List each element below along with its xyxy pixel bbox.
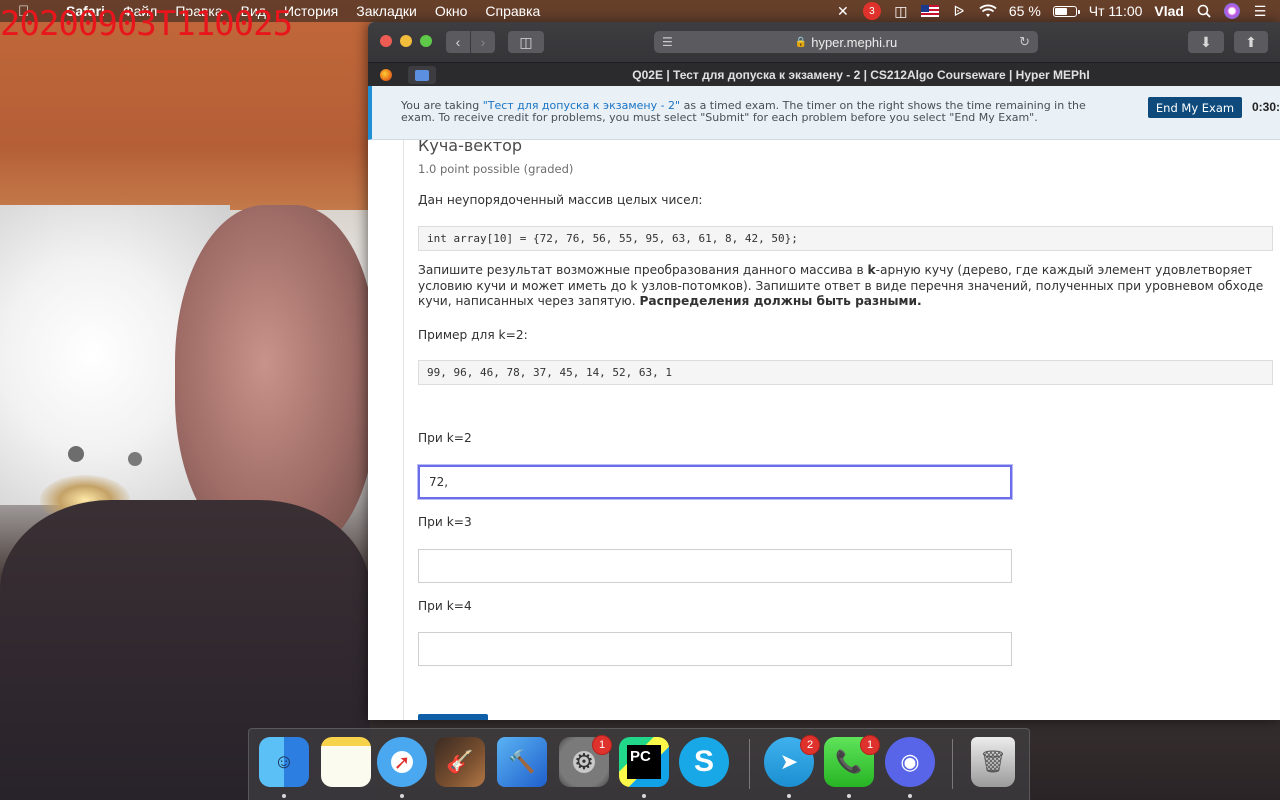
question-label-k2: При k=2 <box>418 431 472 445</box>
display-icon[interactable]: ◫ <box>893 0 909 22</box>
clock[interactable]: Чт 11:00 <box>1089 0 1143 22</box>
chevron-right-icon: › <box>480 34 486 50</box>
share-button[interactable]: ⬆ <box>1234 31 1268 53</box>
pinned-tab[interactable] <box>372 66 400 84</box>
running-indicator <box>642 794 646 798</box>
downloads-button[interactable]: ⬇ <box>1188 31 1224 53</box>
notification-icon[interactable]: 3 <box>862 0 881 22</box>
problem-intro: Дан неупорядоченный массив целых чисел: <box>418 193 703 207</box>
question-label-k3: При k=3 <box>418 515 472 529</box>
finder-icon[interactable]: ☺ <box>259 737 309 787</box>
pinned-tab[interactable] <box>408 66 436 84</box>
problem-instructions: Запишите результат возможные преобразова… <box>418 263 1264 308</box>
dock: ☺ ➚ 🎸 🔨 ⚙ 1 PC S ➤ 2 📞 1 ◉ 🗑 <box>248 728 1030 800</box>
webcam-object <box>68 446 84 462</box>
system-preferences-badge: 1 <box>592 735 612 755</box>
garageband-icon[interactable]: 🎸 <box>435 737 485 787</box>
window-minimize-button[interactable] <box>400 35 412 47</box>
battery-icon[interactable] <box>1052 0 1080 22</box>
browser-toolbar: ‹ › ◫ ☰ 🔒 hyper.mephi.ru ↻ ⬇ ⬆ <box>368 22 1280 62</box>
chat-favicon-icon <box>415 69 429 81</box>
dock-divider <box>952 739 953 789</box>
download-icon: ⬇ <box>1200 33 1212 50</box>
skype-icon[interactable]: S <box>679 737 729 787</box>
lock-icon: 🔒 <box>794 36 808 48</box>
sidebar-icon: ◫ <box>519 33 533 50</box>
safari-icon[interactable]: ➚ <box>377 737 427 787</box>
xcode-icon[interactable]: 🔨 <box>497 737 547 787</box>
wifi-icon[interactable] <box>979 0 997 22</box>
notification-count: 3 <box>862 2 881 20</box>
notes-icon[interactable] <box>321 737 371 787</box>
bluetooth-icon[interactable]: ᐉ <box>951 0 967 22</box>
notification-center-icon[interactable]: ☰ <box>1252 0 1268 22</box>
menu-window[interactable]: Окно <box>426 3 477 19</box>
user-name[interactable]: Vlad <box>1154 0 1184 22</box>
answer-input-k3[interactable] <box>418 549 1012 583</box>
discord-icon[interactable]: ◉ <box>885 737 935 787</box>
answer-input-k4[interactable] <box>418 632 1012 666</box>
problem-title: Куча-вектор <box>418 140 523 155</box>
address-bar[interactable]: ☰ 🔒 hyper.mephi.ru ↻ <box>654 31 1038 53</box>
running-indicator <box>787 794 791 798</box>
url-text: hyper.mephi.ru <box>811 34 898 50</box>
exam-timer: 0:30: <box>1252 100 1280 114</box>
skype-label: S <box>693 745 714 778</box>
input-source-flag-icon[interactable] <box>920 0 939 22</box>
example-code-block: 99, 96, 46, 78, 37, 45, 14, 52, 63, 1 <box>418 360 1273 385</box>
running-indicator <box>847 794 851 798</box>
end-exam-button[interactable]: End My Exam <box>1148 97 1242 118</box>
share-icon: ⬆ <box>1245 33 1257 50</box>
array-code-block: int array[10] = {72, 76, 56, 55, 95, 63,… <box>418 226 1273 251</box>
dock-divider <box>749 739 750 789</box>
answer-input-k2[interactable] <box>418 465 1012 499</box>
pycharm-label: PC <box>627 745 661 779</box>
reload-icon[interactable]: ↻ <box>1019 34 1030 50</box>
example-label: Пример для k=2: <box>418 328 528 342</box>
telegram-badge: 2 <box>800 735 820 755</box>
exam-banner-message: You are taking "Тест для допуска к экзам… <box>401 99 1086 124</box>
running-indicator <box>908 794 912 798</box>
submit-button[interactable] <box>418 714 488 720</box>
battery-percent[interactable]: 65 % <box>1009 0 1041 22</box>
trash-icon[interactable]: 🗑 <box>971 737 1015 787</box>
window-maximize-button[interactable] <box>420 35 432 47</box>
problem-content: Куча-вектор 1.0 point possible (graded) … <box>368 140 1280 720</box>
question-label-k4: При k=4 <box>418 599 472 613</box>
active-tab-title[interactable]: Q02E | Тест для допуска к экзамену - 2 |… <box>442 63 1280 87</box>
menu-help[interactable]: Справка <box>476 3 549 19</box>
browser-window: ‹ › ◫ ☰ 🔒 hyper.mephi.ru ↻ ⬇ ⬆ Q02E | Те… <box>368 22 1280 720</box>
window-close-button[interactable] <box>380 35 392 47</box>
sidebar-toggle-button[interactable]: ◫ <box>508 31 544 53</box>
content-divider <box>403 140 404 720</box>
tab-bar: Q02E | Тест для допуска к экзамену - 2 |… <box>368 62 1280 86</box>
menu-bookmarks[interactable]: Закладки <box>347 3 426 19</box>
pycharm-icon[interactable]: PC <box>619 737 669 787</box>
facetime-badge: 1 <box>860 735 880 755</box>
tools-icon[interactable]: ✕ <box>835 0 851 22</box>
running-indicator <box>400 794 404 798</box>
spotlight-search-icon[interactable] <box>1196 0 1212 22</box>
forward-button[interactable]: › <box>471 31 495 53</box>
site-favicon-icon <box>380 69 392 81</box>
siri-icon[interactable] <box>1224 0 1240 22</box>
timed-exam-banner: You are taking "Тест для допуска к экзам… <box>368 86 1280 140</box>
problem-points: 1.0 point possible (graded) <box>418 162 574 176</box>
webcam-object <box>128 452 142 466</box>
running-indicator <box>282 794 286 798</box>
back-button[interactable]: ‹ <box>446 31 470 53</box>
recording-timestamp: 20200903T110025 <box>0 4 293 44</box>
chevron-left-icon: ‹ <box>455 34 461 50</box>
reader-view-icon[interactable]: ☰ <box>662 35 673 49</box>
